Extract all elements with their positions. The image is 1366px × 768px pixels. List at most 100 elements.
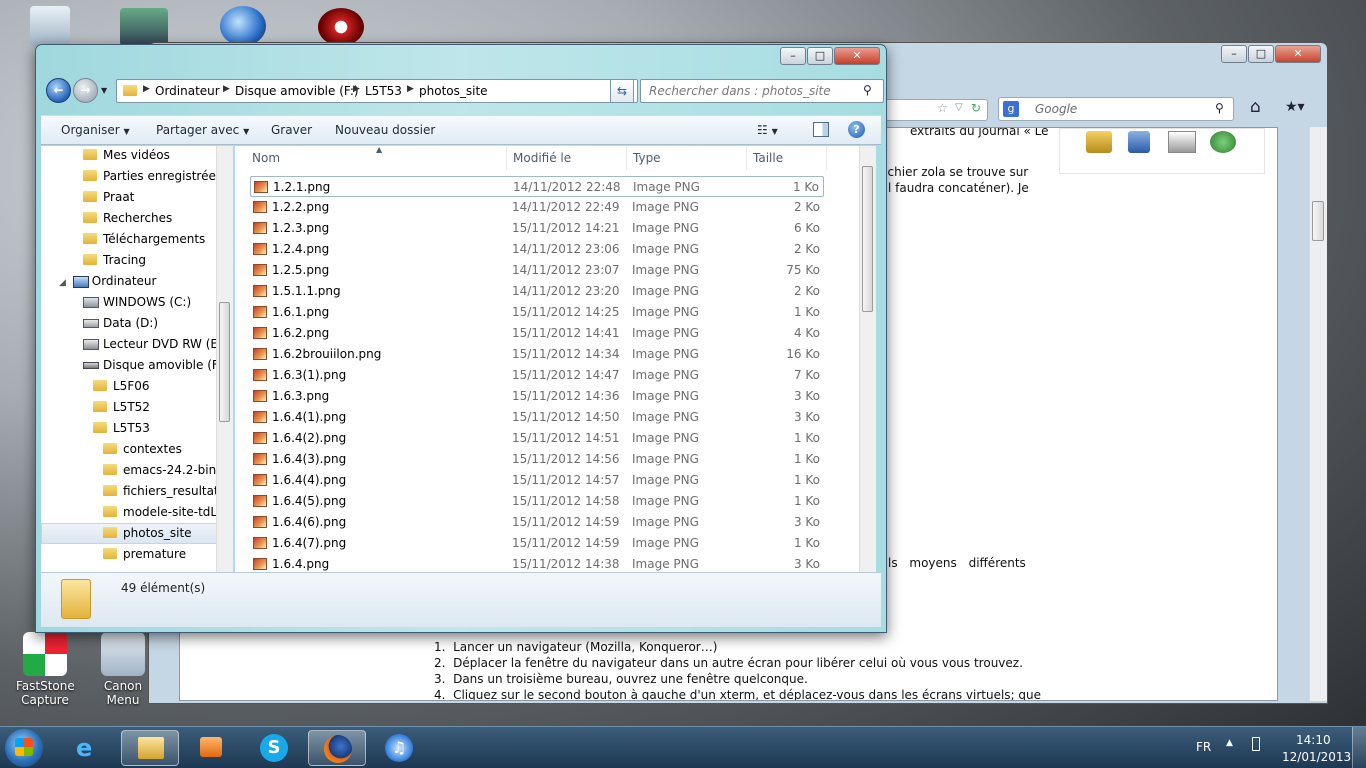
- tree-item[interactable]: contextes: [103, 439, 182, 460]
- tree-item[interactable]: L5T53: [93, 418, 150, 439]
- dropdown-icon[interactable]: ▽: [955, 102, 963, 113]
- ff-minimize-button[interactable]: –: [1221, 45, 1247, 63]
- network-icon[interactable]: [1128, 131, 1150, 153]
- column-header-modified[interactable]: Modifié le: [507, 146, 627, 170]
- tree-item[interactable]: modele-site-tdL30: [103, 502, 232, 523]
- ff-scrollbar[interactable]: [1309, 127, 1327, 701]
- address-bar[interactable]: ▶ Ordinateur ▶ Disque amovible (F:) ▶ L5…: [116, 79, 638, 103]
- taskbar-skype-button[interactable]: S: [245, 730, 303, 766]
- tree-item[interactable]: emacs-24.2-bin-i3: [103, 460, 232, 481]
- search-icon[interactable]: ⚲: [863, 83, 872, 97]
- chevron-right-icon[interactable]: ▶: [223, 84, 230, 94]
- file-row[interactable]: 1.2.5.png 14/11/2012 23:07 Image PNG 75 Ko: [250, 260, 824, 281]
- column-header-size[interactable]: Taille: [747, 146, 827, 170]
- tree-item-computer[interactable]: ◢ Ordinateur: [59, 271, 156, 292]
- ff-maximize-button[interactable]: □: [1248, 45, 1274, 63]
- google-earth-icon[interactable]: [220, 6, 266, 46]
- file-row[interactable]: 1.6.4(7).png 15/11/2012 14:59 Image PNG 1 K…: [250, 533, 824, 554]
- file-row[interactable]: 1.2.4.png 14/11/2012 23:06 Image PNG 2 Ko: [250, 239, 824, 260]
- expand-arrow-icon[interactable]: ◢: [59, 278, 66, 288]
- tree-item[interactable]: Praat: [83, 187, 134, 208]
- clock-time[interactable]: 14:10: [1296, 733, 1331, 747]
- show-hidden-icons-icon[interactable]: ▲: [1226, 738, 1233, 748]
- tree-item[interactable]: Lecteur DVD RW (E:): [83, 334, 227, 355]
- file-row[interactable]: 1.6.4(1).png 15/11/2012 14:50 Image PNG 3 K…: [250, 407, 824, 428]
- ff-scroll-thumb[interactable]: [1312, 201, 1324, 241]
- tree-item[interactable]: Disque amovible (F:): [83, 355, 227, 376]
- explorer-window[interactable]: – □ ✕ ← → ▼ ▶ Ordinateur ▶ Disque amovib…: [35, 44, 887, 633]
- tree-item[interactable]: Téléchargements: [83, 229, 205, 250]
- chevron-right-icon[interactable]: ▶: [407, 84, 414, 94]
- taskbar-media-button[interactable]: [182, 730, 240, 766]
- organize-button[interactable]: Organiser ▼: [61, 123, 130, 137]
- minimize-button[interactable]: –: [780, 47, 806, 65]
- view-options-icon[interactable]: ☷ ▼: [757, 123, 778, 137]
- file-row[interactable]: 1.2.2.png 14/11/2012 22:49 Image PNG 2 Ko: [250, 197, 824, 218]
- taskbar-ie-button[interactable]: e: [60, 730, 118, 766]
- tree-item[interactable]: L5T52: [93, 397, 150, 418]
- show-desktop-button[interactable]: [1352, 727, 1366, 768]
- maximize-button[interactable]: □: [807, 47, 833, 65]
- breadcrumb-item[interactable]: L5T53: [365, 84, 402, 98]
- back-arrow-icon[interactable]: ←: [46, 78, 71, 103]
- close-button[interactable]: ✕: [834, 47, 880, 65]
- canon-menu-icon[interactable]: Canon Menu: [94, 632, 152, 707]
- file-row[interactable]: 1.2.1.png 14/11/2012 22:48 Image PNG 1 Ko: [250, 176, 824, 197]
- recycle-bin-icon[interactable]: [30, 6, 70, 46]
- taskbar-firefox-button[interactable]: [308, 730, 366, 766]
- taskbar-itunes-button[interactable]: ♫: [370, 730, 428, 766]
- breadcrumb-item[interactable]: photos_site: [419, 84, 488, 98]
- list-scroll-thumb[interactable]: [862, 166, 873, 312]
- file-row[interactable]: 1.6.4.png 15/11/2012 14:38 Image PNG 3 Ko: [250, 554, 824, 572]
- battery-icon[interactable]: [1252, 737, 1260, 751]
- desktop-app-icon[interactable]: [120, 8, 168, 46]
- help-icon[interactable]: ?: [848, 121, 865, 138]
- breadcrumb-item[interactable]: Disque amovible (F:): [235, 84, 359, 98]
- refresh-icon[interactable]: ⇆: [610, 79, 634, 103]
- tree-item[interactable]: Mes vidéos: [83, 146, 170, 166]
- file-row[interactable]: 1.6.4(2).png 15/11/2012 14:51 Image PNG 1 K…: [250, 428, 824, 449]
- google-engine-icon[interactable]: g: [1003, 101, 1019, 117]
- taskbar-explorer-button[interactable]: [121, 730, 179, 766]
- start-button[interactable]: [5, 729, 43, 767]
- tree-item[interactable]: fichiers_resultats_: [103, 481, 231, 502]
- file-row[interactable]: 1.6.2brouiilon.png 15/11/2012 14:34 Image …: [250, 344, 824, 365]
- users-icon[interactable]: [1210, 131, 1236, 153]
- history-dropdown-icon[interactable]: ▼: [101, 86, 107, 95]
- nav-scroll-thumb[interactable]: [219, 302, 230, 422]
- nav-scrollbar[interactable]: [216, 146, 233, 572]
- tree-item[interactable]: WINDOWS (C:): [83, 292, 191, 313]
- home-icon[interactable]: ⌂: [1250, 97, 1261, 117]
- clock-date[interactable]: 12/01/2013: [1282, 750, 1351, 764]
- file-row[interactable]: 1.6.4(6).png 15/11/2012 14:59 Image PNG 3 K…: [250, 512, 824, 533]
- tree-item[interactable]: Recherches: [83, 208, 172, 229]
- burn-button[interactable]: Graver: [271, 123, 312, 137]
- file-row[interactable]: 1.2.3.png 15/11/2012 14:21 Image PNG 6 Ko: [250, 218, 824, 239]
- column-header-type[interactable]: Type: [627, 146, 747, 170]
- file-row[interactable]: 1.6.3(1).png 15/11/2012 14:47 Image PNG 7 K…: [250, 365, 824, 386]
- ff-url-end[interactable]: ☆ ▽ ↻: [884, 99, 988, 121]
- table-icon[interactable]: [1168, 131, 1196, 153]
- file-row[interactable]: 1.6.4(3).png 15/11/2012 14:56 Image PNG 1 K…: [250, 449, 824, 470]
- new-folder-button[interactable]: Nouveau dossier: [335, 123, 435, 137]
- language-indicator[interactable]: FR: [1196, 740, 1211, 754]
- file-row[interactable]: 1.6.3.png 15/11/2012 14:36 Image PNG 3 Ko: [250, 386, 824, 407]
- tree-item[interactable]: Parties enregistrées: [83, 166, 222, 187]
- tree-item[interactable]: Tracing: [83, 250, 146, 271]
- file-row[interactable]: 1.6.2.png 15/11/2012 14:41 Image PNG 4 Ko: [250, 323, 824, 344]
- file-row[interactable]: 1.5.1.1.png 14/11/2012 23:20 Image PNG 2 Ko: [250, 281, 824, 302]
- file-row[interactable]: 1.6.4(4).png 15/11/2012 14:57 Image PNG 1 K…: [250, 470, 824, 491]
- breadcrumb-item[interactable]: Ordinateur: [155, 84, 220, 98]
- ff-search-box[interactable]: g Google ⚲: [998, 97, 1234, 121]
- bookmark-star-icon[interactable]: ☆: [937, 101, 948, 115]
- column-header-name[interactable]: Nom ▲: [246, 146, 507, 170]
- file-row[interactable]: 1.6.1.png 15/11/2012 14:25 Image PNG 1 Ko: [250, 302, 824, 323]
- reload-icon[interactable]: ↻: [971, 101, 981, 115]
- forward-arrow-icon[interactable]: →: [73, 78, 98, 103]
- faststone-capture-icon[interactable]: FastStone Capture: [16, 632, 75, 707]
- search-icon[interactable]: ⚲: [1215, 101, 1224, 115]
- tree-item[interactable]: L5F06: [93, 376, 150, 397]
- tree-item[interactable]: premature: [103, 544, 186, 565]
- share-button[interactable]: Partager avec ▼: [156, 123, 249, 137]
- search-input[interactable]: Rechercher dans : photos_site ⚲: [640, 79, 884, 103]
